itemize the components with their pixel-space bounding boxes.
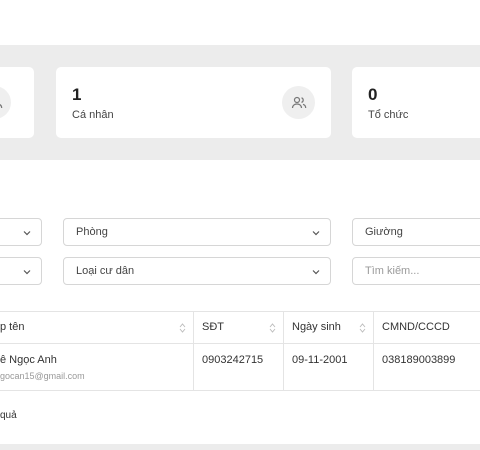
users-icon [0, 86, 11, 119]
stat-count: 1 [72, 85, 82, 104]
resident-type-select[interactable]: Loại cư dân [63, 257, 331, 285]
column-header-phone[interactable]: SĐT [194, 312, 284, 344]
stat-label: Tổ chức [368, 109, 409, 121]
filter-select-partial[interactable] [0, 257, 42, 285]
cell-name: ê Ngọc Anh gocan15@gmail.com [0, 344, 194, 390]
stats-band: 1 Cá nhân 0 Tổ chức [0, 45, 480, 160]
stat-count: 0 [368, 85, 378, 104]
cell-id-number: 038189003899 [382, 354, 456, 366]
column-header-id-number[interactable]: CMND/CCCD [374, 312, 480, 344]
chevron-down-icon [312, 270, 320, 275]
bed-select-label: Giường [365, 226, 403, 238]
stat-label: Cá nhân [72, 109, 114, 121]
chevron-down-icon [312, 231, 320, 236]
sort-icon [359, 323, 366, 333]
stat-card-organization: 0 Tổ chức [352, 67, 480, 138]
filter-select-partial[interactable] [0, 218, 42, 246]
room-select[interactable]: Phòng [63, 218, 331, 246]
cell-dob: 09-11-2001 [284, 344, 374, 390]
table-row[interactable]: ê Ngọc Anh gocan15@gmail.com 0903242715 … [0, 344, 480, 391]
result-count-text: quả [0, 410, 17, 421]
column-header-name[interactable]: p tên [0, 312, 194, 344]
chevron-down-icon [23, 270, 31, 275]
bottom-divider [0, 444, 480, 450]
column-header-dob[interactable]: Ngày sinh [284, 312, 374, 344]
users-icon [282, 86, 315, 119]
stat-card-individual: 1 Cá nhân [56, 67, 331, 138]
resident-type-label: Loại cư dân [76, 265, 135, 277]
cell-phone: 0903242715 [194, 344, 284, 390]
room-select-label: Phòng [76, 226, 108, 238]
table-header: p tên SĐT Ngày sinh CMND/CCCD [0, 311, 480, 344]
sort-icon [179, 323, 186, 333]
stat-card-partial [0, 67, 34, 138]
chevron-down-icon [23, 231, 31, 236]
search-input[interactable]: Tìm kiếm... [352, 257, 480, 285]
sort-icon [269, 323, 276, 333]
cell-email: gocan15@gmail.com [0, 371, 85, 381]
search-placeholder: Tìm kiếm... [365, 265, 420, 277]
bed-select[interactable]: Giường [352, 218, 480, 246]
